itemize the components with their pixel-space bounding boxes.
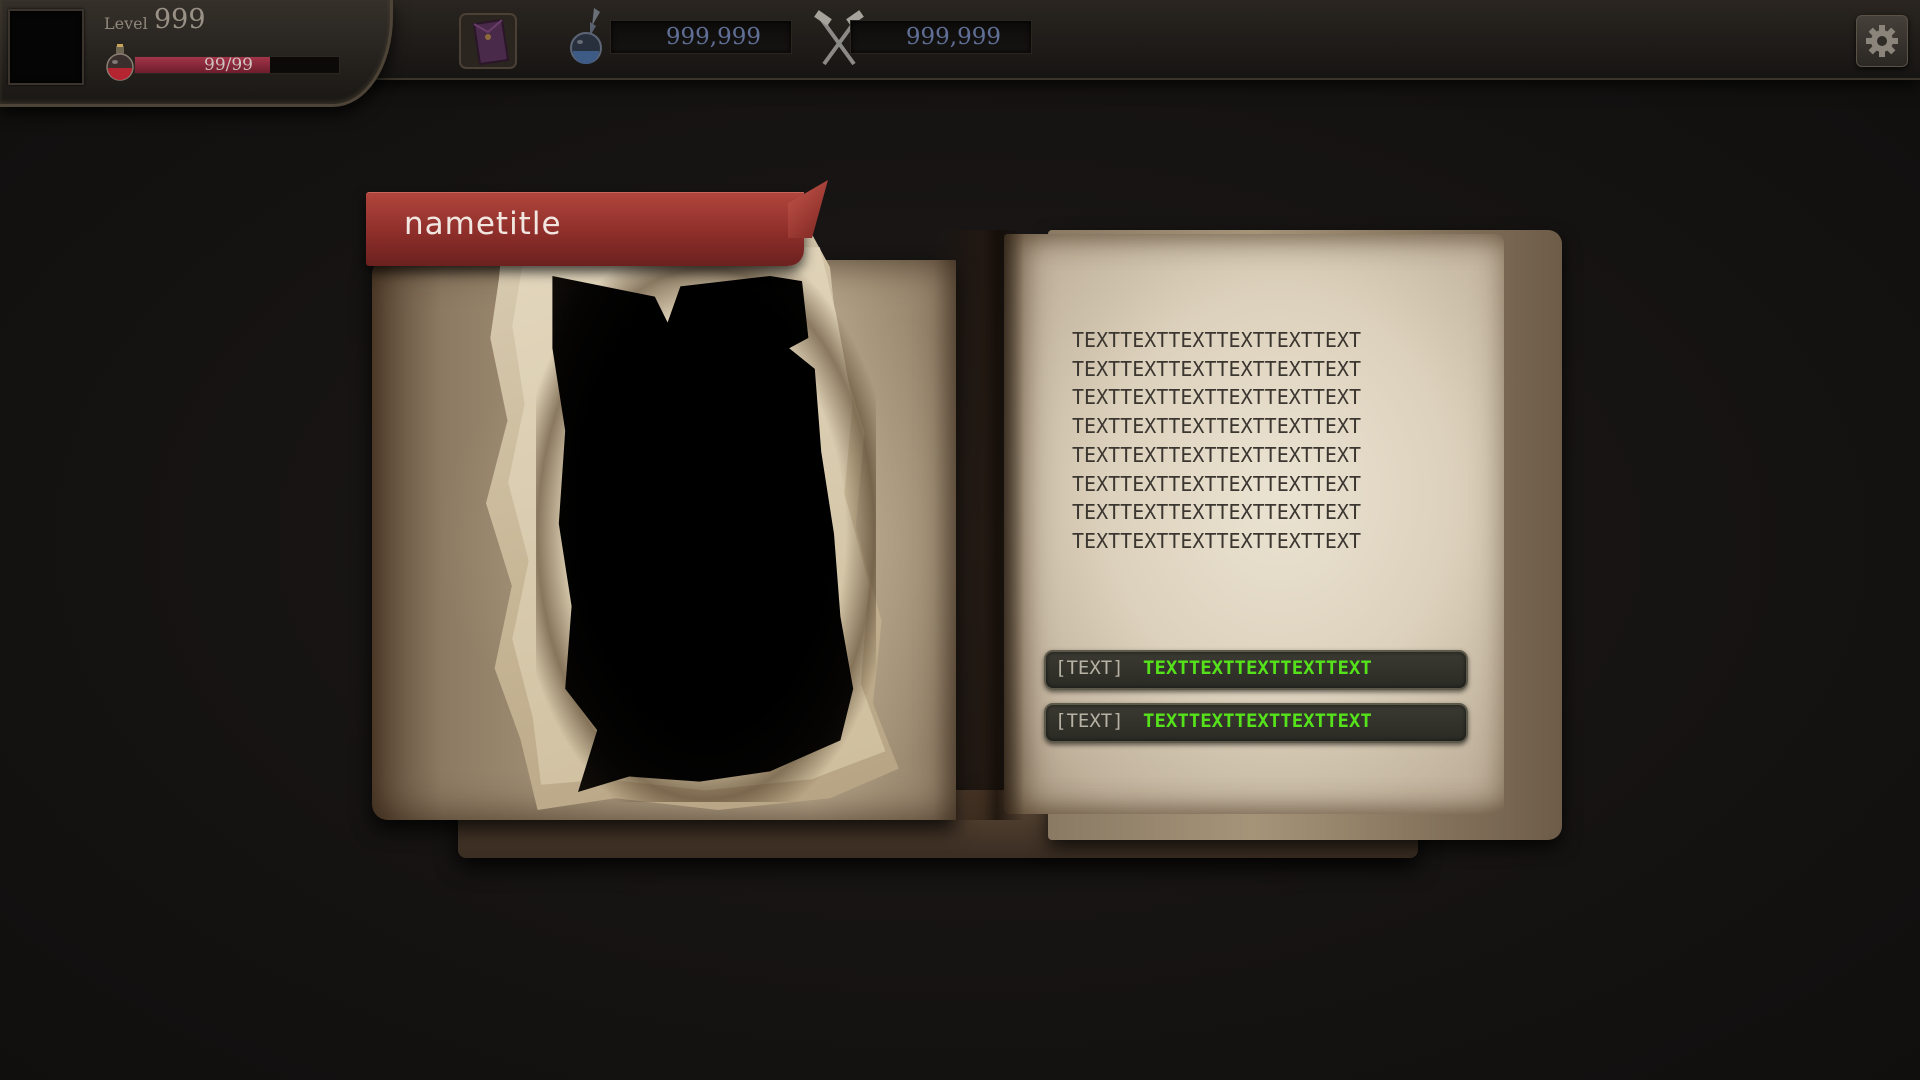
health-potion-icon: [106, 44, 134, 81]
level-label: Level: [104, 14, 148, 33]
description-line: TEXTTEXTTEXTTEXTTEXTTEXT: [1072, 385, 1361, 410]
player-avatar[interactable]: [8, 9, 84, 85]
resource-2-counter: 999,999: [850, 20, 1032, 54]
description-text: TEXTTEXTTEXTTEXTTEXTTEXT TEXTTEXTTEXTTEX…: [1072, 326, 1472, 556]
bag-icon[interactable]: [458, 10, 520, 72]
game-screen: Level 999 99/99 999,999 999,999 nametitl…: [0, 0, 1920, 1080]
level-value: 999: [154, 4, 206, 35]
gear-icon: [1866, 25, 1898, 57]
health-text: 99/99: [204, 55, 253, 75]
stat-value: TEXTTEXTTEXTTEXTTEXT: [1143, 710, 1372, 732]
description-line: TEXTTEXTTEXTTEXTTEXTTEXT: [1072, 414, 1361, 439]
resource-1-value: 999,999: [665, 24, 761, 50]
description-line: TEXTTEXTTEXTTEXTTEXTTEXT: [1072, 500, 1361, 525]
stat-tag: [TEXT]: [1055, 710, 1124, 732]
stat-row-1: [TEXT] TEXTTEXTTEXTTEXTTEXT: [1044, 650, 1468, 690]
resource-2-value: 999,999: [905, 24, 1001, 50]
stat-tag: [TEXT]: [1055, 657, 1124, 679]
name-title: nametitle: [404, 206, 562, 242]
description-line: TEXTTEXTTEXTTEXTTEXTTEXT: [1072, 356, 1361, 381]
player-status-plate: Level 999 99/99: [0, 0, 393, 107]
description-line: TEXTTEXTTEXTTEXTTEXTTEXT: [1072, 471, 1361, 496]
description-line: TEXTTEXTTEXTTEXTTEXTTEXT: [1072, 442, 1361, 467]
settings-button[interactable]: [1856, 15, 1908, 67]
potion-flask-icon: [570, 8, 602, 64]
resource-1-counter: 999,999: [610, 20, 792, 54]
stat-value: TEXTTEXTTEXTTEXTTEXT: [1143, 657, 1372, 679]
description-line: TEXTTEXTTEXTTEXTTEXTTEXT: [1072, 328, 1361, 352]
health-bar: 99/99: [134, 55, 340, 75]
book-spine: [934, 230, 1024, 820]
stat-row-2: [TEXT] TEXTTEXTTEXTTEXTTEXT: [1044, 703, 1468, 743]
description-line: TEXTTEXTTEXTTEXTTEXTTEXT: [1072, 528, 1361, 553]
